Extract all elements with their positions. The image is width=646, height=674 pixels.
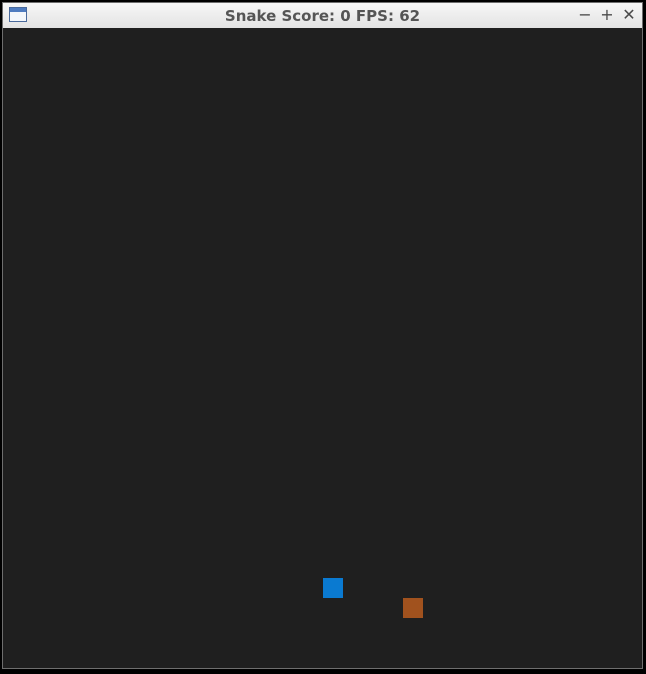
maximize-button[interactable]: + (598, 6, 616, 24)
snake-head (323, 578, 343, 598)
close-button[interactable]: ✕ (620, 6, 638, 24)
title-bar[interactable]: Snake Score: 0 FPS: 62 − + ✕ (3, 3, 642, 29)
minimize-button[interactable]: − (576, 6, 594, 24)
game-window: Snake Score: 0 FPS: 62 − + ✕ (2, 2, 643, 669)
window-app-icon (9, 7, 27, 22)
window-title: Snake Score: 0 FPS: 62 (224, 7, 421, 25)
game-canvas[interactable] (3, 28, 642, 668)
food-pellet (403, 598, 423, 618)
